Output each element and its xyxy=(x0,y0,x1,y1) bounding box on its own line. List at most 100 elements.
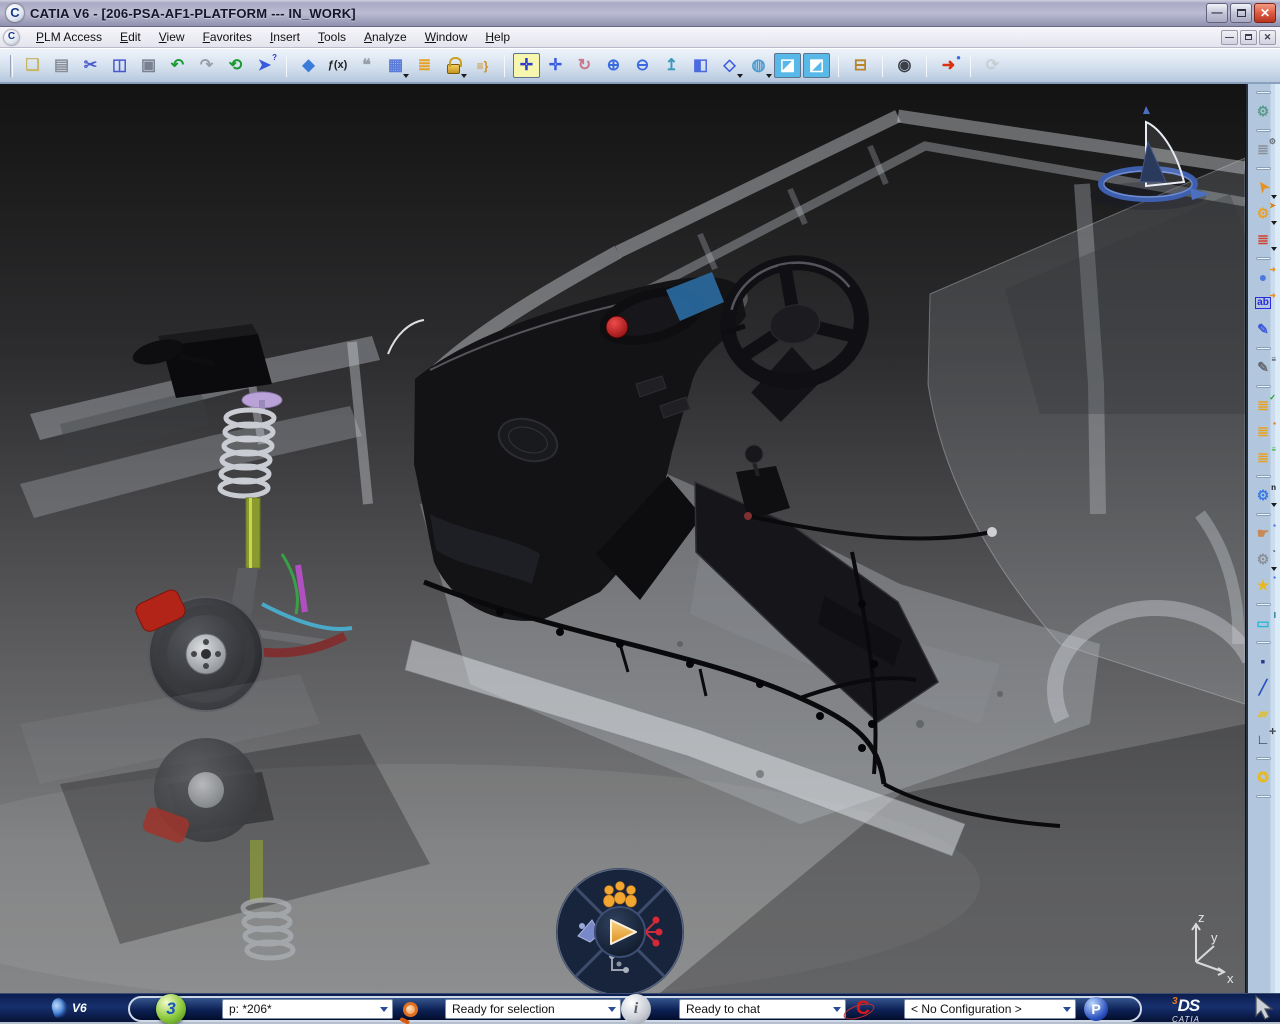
menu-insert[interactable]: Insert xyxy=(261,28,309,46)
instantiate-n[interactable]: ⚙n xyxy=(1249,483,1277,507)
menu-analyze[interactable]: Analyze xyxy=(355,28,416,46)
lock-dropdown[interactable] xyxy=(461,74,467,78)
structure-tree[interactable]: ≣ xyxy=(411,53,438,78)
3ds-logo-icon[interactable]: 3 xyxy=(156,994,186,1024)
search-gear[interactable]: ⚙◔ xyxy=(1249,547,1277,571)
whats-this[interactable]: ➤? xyxy=(251,53,278,78)
selection-sets-dropdown[interactable] xyxy=(1271,221,1277,225)
search-gear-dropdown[interactable] xyxy=(1271,567,1277,571)
toolbar-grip[interactable] xyxy=(10,55,13,77)
toolbar-grip[interactable] xyxy=(1256,91,1271,94)
rename[interactable]: ab➜ xyxy=(1249,291,1277,315)
info-icon[interactable]: i xyxy=(621,994,651,1024)
3d-viewport[interactable]: z y x xyxy=(0,84,1245,993)
redo[interactable]: ↷ xyxy=(193,53,220,78)
play-compass-wheel[interactable] xyxy=(557,869,683,993)
menu-favorites[interactable]: Favorites xyxy=(194,28,261,46)
config-sphere-icon[interactable]: P xyxy=(1084,997,1108,1021)
annotate[interactable]: ✎≡ xyxy=(1249,355,1277,379)
formula[interactable]: ƒ(x) xyxy=(324,53,351,78)
selection-sets[interactable]: ⚙➤ xyxy=(1249,201,1277,225)
group-nodes[interactable]: ≡} xyxy=(469,53,496,78)
swap-visible-space[interactable]: ◩ xyxy=(803,53,830,78)
capture-image[interactable]: ◉ xyxy=(891,53,918,78)
toolbar-grip[interactable] xyxy=(1256,641,1271,644)
edit-properties[interactable]: ✎ xyxy=(1249,317,1277,341)
search-dropdown-chevron[interactable] xyxy=(376,1000,392,1018)
table-view-dropdown[interactable] xyxy=(403,74,409,78)
catalog-hand[interactable]: ☛▪ xyxy=(1249,521,1277,545)
normal-view[interactable]: ↥ xyxy=(658,53,685,78)
zoom-out[interactable]: ⊖ xyxy=(629,53,656,78)
menu-help[interactable]: Help xyxy=(476,28,519,46)
explore[interactable]: ●➜ xyxy=(1249,265,1277,289)
select-dropdown[interactable] xyxy=(1271,195,1277,199)
catalog-browser[interactable]: ⊟ xyxy=(847,53,874,78)
table-view[interactable]: ▦ xyxy=(382,53,409,78)
axis-system[interactable]: ∟✛ xyxy=(1249,727,1277,751)
menu-window[interactable]: Window xyxy=(416,28,477,46)
menu-view[interactable]: View xyxy=(150,28,194,46)
mdi-restore-button[interactable] xyxy=(1240,30,1257,45)
fit-all-in[interactable]: ✛ xyxy=(513,53,540,78)
toolbar-grip[interactable] xyxy=(1256,795,1271,798)
toolbar-grip[interactable] xyxy=(1256,347,1271,350)
chat-status-combobox[interactable]: Ready to chat xyxy=(679,999,846,1019)
instantiate-n-dropdown[interactable] xyxy=(1271,503,1277,507)
zoom-in[interactable]: ⊕ xyxy=(600,53,627,78)
rotate[interactable]: ↻ xyxy=(571,53,598,78)
mdi-minimize-button[interactable]: — xyxy=(1221,30,1238,45)
menu-plm-access[interactable]: PLM Access xyxy=(27,28,111,46)
new-3d-part[interactable]: ✪ xyxy=(1249,765,1277,789)
line[interactable]: ╱ xyxy=(1249,675,1277,699)
chat-status-value[interactable]: Ready to chat xyxy=(680,1002,829,1016)
select[interactable]: ➤ xyxy=(1249,175,1277,199)
new-document[interactable]: ❏ xyxy=(19,53,46,78)
search-value[interactable]: p: *206* xyxy=(223,1002,376,1016)
print[interactable]: ▤ xyxy=(48,53,75,78)
version-tree[interactable]: ≣▪ xyxy=(1249,419,1277,443)
selection-status-value[interactable]: Ready for selection xyxy=(446,1002,604,1016)
pan[interactable]: ✛ xyxy=(542,53,569,78)
toolbar-grip[interactable] xyxy=(1256,757,1271,760)
check-in-tree[interactable]: ≣✓ xyxy=(1249,393,1277,417)
configuration-dropdown-chevron[interactable] xyxy=(1059,1000,1075,1018)
toolbar-grip[interactable] xyxy=(1256,167,1271,170)
menu-edit[interactable]: Edit xyxy=(111,28,150,46)
cut[interactable]: ✂ xyxy=(77,53,104,78)
undo[interactable]: ↶ xyxy=(164,53,191,78)
toolbar-grip[interactable] xyxy=(1256,513,1271,516)
hide-show[interactable]: ◪ xyxy=(774,53,801,78)
configuration-combobox[interactable]: < No Configuration > xyxy=(904,999,1076,1019)
people-icon[interactable] xyxy=(604,882,637,908)
point[interactable]: ▪ xyxy=(1249,649,1277,673)
lock[interactable] xyxy=(440,53,467,78)
paste[interactable]: ▣ xyxy=(135,53,162,78)
toolbar-grip[interactable] xyxy=(1256,603,1271,606)
toolbar-grip[interactable] xyxy=(1256,385,1271,388)
update-structure[interactable]: ≣⚙ xyxy=(1249,137,1277,161)
render-style-dropdown[interactable] xyxy=(766,74,772,78)
knowledge-gears[interactable]: ⚙ xyxy=(1249,99,1277,123)
mdi-close-button[interactable]: ✕ xyxy=(1259,30,1276,45)
selection-status-combobox[interactable]: Ready for selection xyxy=(445,999,621,1019)
iso-view[interactable]: ◇ xyxy=(716,53,743,78)
search-combobox[interactable]: p: *206* xyxy=(222,999,393,1019)
toolbar-grip[interactable] xyxy=(1256,129,1271,132)
menu-tools[interactable]: Tools xyxy=(309,28,355,46)
render-style[interactable]: ◍ xyxy=(745,53,772,78)
undo-history[interactable]: ⟲ xyxy=(222,53,249,78)
new-favorite[interactable]: ★▪ xyxy=(1249,573,1277,597)
copy[interactable]: ◫ xyxy=(106,53,133,78)
chat-planet-icon[interactable]: C xyxy=(846,996,880,1022)
iso-view-dropdown[interactable] xyxy=(737,74,743,78)
list-tree[interactable]: ≣≡ xyxy=(1249,445,1277,469)
configuration-value[interactable]: < No Configuration > xyxy=(905,1002,1059,1016)
toolbar-grip[interactable] xyxy=(1256,475,1271,478)
search-icon[interactable] xyxy=(397,996,423,1022)
sketch[interactable]: ▭I xyxy=(1249,611,1277,635)
restore-button[interactable] xyxy=(1230,3,1252,23)
product-structure-dropdown[interactable] xyxy=(1271,247,1277,251)
learning-assistant[interactable]: ◆ xyxy=(295,53,322,78)
toolbar-grip[interactable] xyxy=(1256,257,1271,260)
